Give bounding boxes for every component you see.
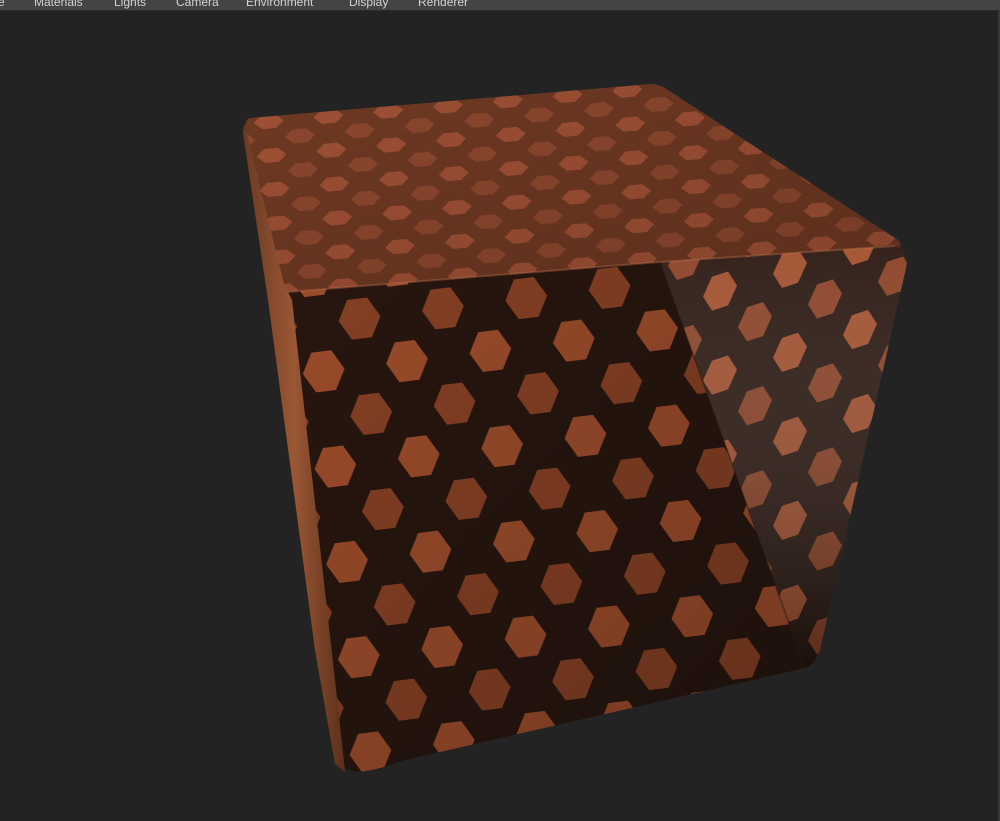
hex-tile-cube[interactable] [243,84,907,772]
menu-item-file[interactable]: e [0,0,5,10]
menu-item-environment[interactable]: Environment [246,0,313,10]
viewport-canvas[interactable] [0,11,998,821]
material-preview-window: e Materials Lights Camera Environment Di… [0,0,1000,821]
menu-item-lights[interactable]: Lights [114,0,146,10]
3d-viewport[interactable] [0,11,998,821]
menu-item-display[interactable]: Display [349,0,388,10]
menu-bar: e Materials Lights Camera Environment Di… [0,0,1000,11]
menu-item-materials[interactable]: Materials [34,0,83,10]
menu-item-camera[interactable]: Camera [176,0,219,10]
menu-item-renderer[interactable]: Renderer [418,0,468,10]
